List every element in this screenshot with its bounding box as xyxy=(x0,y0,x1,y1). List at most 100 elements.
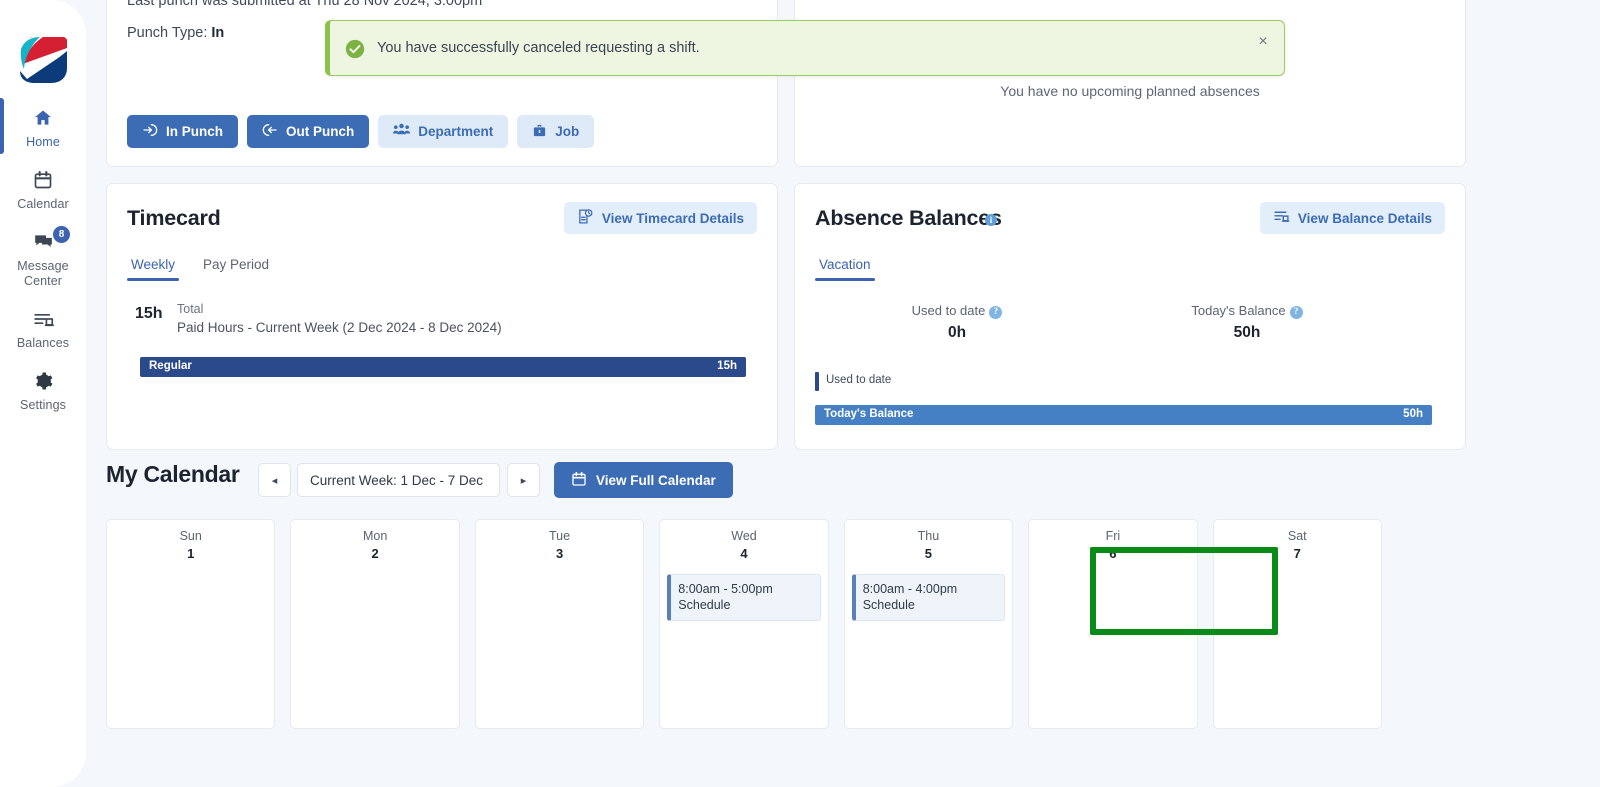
sidebar-item-home[interactable]: Home xyxy=(0,96,86,158)
tab-weekly[interactable]: Weekly xyxy=(127,254,180,281)
timecard-card: Timecard View Timecard Details Weekly Pa… xyxy=(106,183,778,450)
sidebar: Home Calendar 8 Message Center Balances … xyxy=(0,0,86,787)
app-root: Home Calendar 8 Message Center Balances … xyxy=(0,0,1600,787)
timecard-total-label: Total xyxy=(177,302,204,316)
page-title: My Calendar xyxy=(106,461,240,487)
department-button[interactable]: Department xyxy=(378,115,509,148)
punch-type-value: In xyxy=(211,25,225,41)
sidebar-item-calendar[interactable]: Calendar xyxy=(0,158,86,220)
view-balance-details-button[interactable]: View Balance Details xyxy=(1259,202,1445,234)
company-logo[interactable] xyxy=(17,35,69,85)
balances-icon xyxy=(4,306,82,332)
view-balance-details-label: View Balance Details xyxy=(1297,210,1432,226)
calendar-day-number: 2 xyxy=(371,546,379,561)
calendar-day-cell[interactable]: Tue 3 xyxy=(474,519,645,729)
tab-vacation[interactable]: Vacation xyxy=(815,254,875,281)
calendar-day-name: Tue xyxy=(549,529,571,543)
last-punch-text: Last punch was submitted at Thu 28 Nov 2… xyxy=(127,0,483,9)
calendar-day-number: 5 xyxy=(924,546,933,561)
calendar-day-cell[interactable]: Wed 4 8:00am - 5:00pm Schedule xyxy=(659,519,829,729)
sidebar-item-balances[interactable]: Balances xyxy=(0,297,86,359)
out-punch-label: Out Punch xyxy=(286,124,355,139)
calendar-day-cell[interactable]: Sun 1 xyxy=(106,519,276,729)
absences-empty-message: You have no upcoming planned absences xyxy=(1000,83,1260,99)
calendar-day-cell[interactable]: Thu 5 8:00am - 4:00pm Schedule xyxy=(843,519,1014,729)
balance-details-icon xyxy=(1273,208,1290,228)
info-icon[interactable]: i xyxy=(985,214,997,226)
calendar-day-name: Fri xyxy=(1105,529,1121,543)
job-label: Job xyxy=(555,124,580,139)
used-to-date-value: 0h xyxy=(947,324,967,341)
success-toast: You have successfully canceled requestin… xyxy=(325,20,1285,76)
help-icon[interactable]: ? xyxy=(1289,306,1303,319)
view-timecard-details-button[interactable]: View Timecard Details xyxy=(563,202,757,234)
check-circle-icon xyxy=(345,39,365,59)
main-content: Last punch was submitted at Thu 28 Nov 2… xyxy=(86,0,1600,787)
used-to-date-label: Used to date? xyxy=(857,303,1057,319)
calendar-day-cell[interactable]: Fri 6 xyxy=(1028,519,1198,729)
schedule-event[interactable]: 8:00am - 4:00pm Schedule xyxy=(851,574,1006,621)
in-punch-label: In Punch xyxy=(166,124,223,139)
timecard-bar-label: Regular xyxy=(149,360,192,372)
punch-type-row: Punch Type: In xyxy=(127,25,224,41)
job-button[interactable]: Job xyxy=(517,115,595,148)
week-range-selector[interactable]: Current Week: 1 Dec - 7 Dec xyxy=(297,463,500,497)
message-icon xyxy=(4,229,82,255)
out-punch-button[interactable]: Out Punch xyxy=(247,115,370,148)
absence-balances-card: Absence Balances i View Balance Details … xyxy=(794,183,1466,450)
in-punch-button[interactable]: In Punch xyxy=(127,115,238,148)
calendar-day-name: Thu xyxy=(917,529,940,543)
briefcase-icon xyxy=(532,123,547,141)
arrow-in-icon xyxy=(142,122,158,141)
calendar-day-cell[interactable]: Sat 7 xyxy=(1212,519,1382,729)
view-full-calendar-button[interactable]: View Full Calendar xyxy=(554,462,733,498)
people-icon xyxy=(393,123,411,140)
home-icon xyxy=(4,105,82,131)
schedule-event-time: 8:00am - 5:00pm xyxy=(678,582,773,596)
timecard-bar-value: 15h xyxy=(717,360,737,372)
calendar-day-name: Mon xyxy=(362,529,388,543)
sidebar-item-message-center[interactable]: 8 Message Center xyxy=(0,220,86,297)
tab-pay-period[interactable]: Pay Period xyxy=(199,254,273,281)
timecard-tabs: Weekly Pay Period xyxy=(127,254,273,281)
schedule-event-name: Schedule xyxy=(678,598,731,612)
sidebar-item-label: Settings xyxy=(20,398,66,412)
calendar-day-name: Sun xyxy=(179,529,202,543)
punch-buttons: In Punch Out Punch Department Job xyxy=(127,115,595,148)
balance-bar-value: 50h xyxy=(1403,408,1423,420)
calendar-week-grid: Sun 1 Mon 2 Tue 3 Wed 4 8:00am - 5:00pm … xyxy=(106,519,1382,729)
calendar-day-number: 4 xyxy=(740,546,748,561)
calendar-day-cell[interactable]: Mon 2 xyxy=(290,519,460,729)
close-icon[interactable]: × xyxy=(1252,31,1274,53)
department-label: Department xyxy=(418,124,494,139)
toast-message: You have successfully canceled requestin… xyxy=(377,40,700,56)
schedule-event[interactable]: 8:00am - 5:00pm Schedule xyxy=(667,574,821,621)
calendar-icon xyxy=(571,471,587,490)
view-timecard-details-label: View Timecard Details xyxy=(601,210,744,226)
gear-icon xyxy=(4,368,82,394)
calendar-day-name: Wed xyxy=(731,529,757,543)
active-indicator xyxy=(0,98,4,154)
timecard-total-value: 15h xyxy=(135,305,163,322)
timecard-details-icon xyxy=(577,208,594,228)
balance-bar-label: Today's Balance xyxy=(824,408,914,420)
sidebar-item-label: Message Center xyxy=(17,259,69,288)
help-icon[interactable]: ? xyxy=(989,306,1003,319)
sidebar-item-settings[interactable]: Settings xyxy=(0,359,86,421)
message-badge: 8 xyxy=(53,226,70,243)
timecard-regular-bar: Regular 15h xyxy=(140,357,746,377)
next-week-button[interactable]: ▸ xyxy=(507,463,540,497)
sidebar-item-label: Balances xyxy=(16,336,70,350)
calendar-day-number: 7 xyxy=(1293,546,1301,561)
used-to-date-legend: Used to date xyxy=(826,374,892,386)
balances-tabs: Vacation xyxy=(815,254,875,281)
used-to-date-bar xyxy=(815,372,819,391)
sidebar-item-label: Home xyxy=(26,135,60,149)
todays-balance-label: Today's Balance? xyxy=(1147,303,1347,319)
schedule-event-name: Schedule xyxy=(862,598,915,612)
timecard-total-sublabel: Paid Hours - Current Week (2 Dec 2024 - … xyxy=(177,320,502,335)
todays-balance-text: Today's Balance xyxy=(1191,303,1286,318)
prev-week-button[interactable]: ◂ xyxy=(258,463,291,497)
calendar-day-number: 6 xyxy=(1109,546,1117,561)
timecard-title: Timecard xyxy=(127,206,221,230)
